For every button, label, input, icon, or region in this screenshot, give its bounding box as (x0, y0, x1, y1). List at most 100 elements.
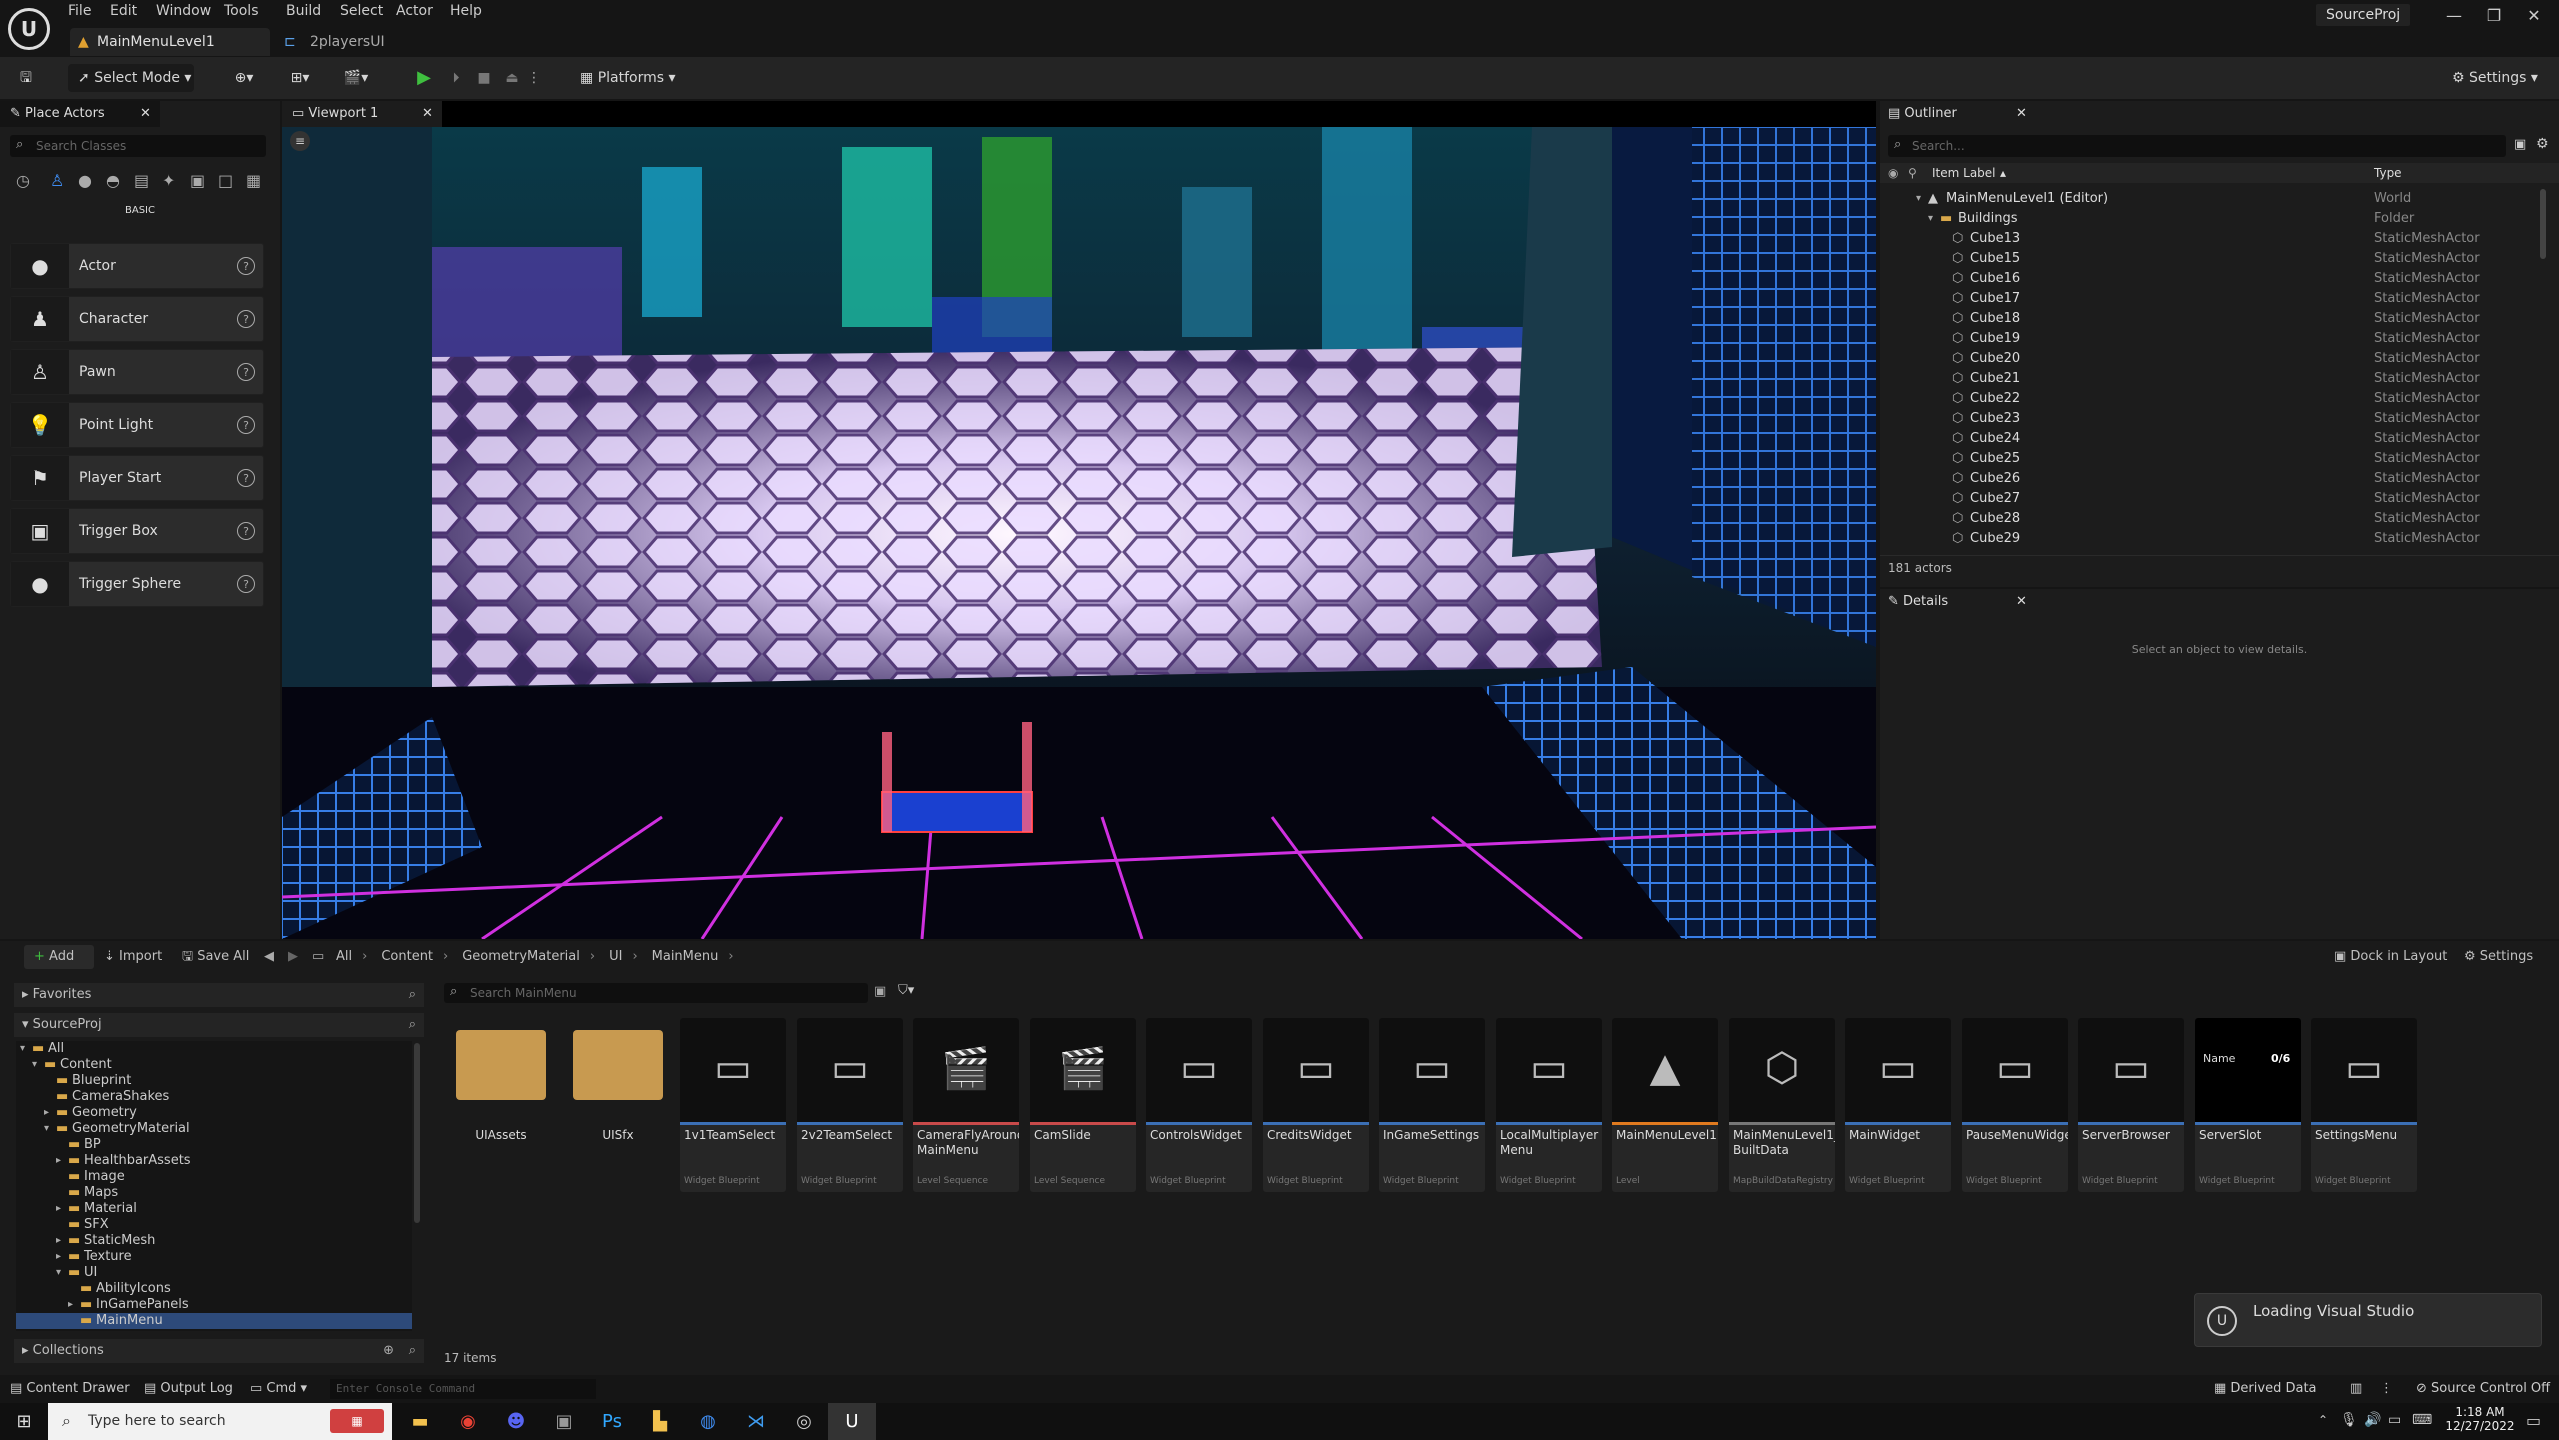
basic-icon[interactable]: ♙ (50, 171, 64, 190)
source-control-button[interactable]: ⊘ Source Control Off (2416, 1381, 2550, 1396)
breadcrumb-item[interactable]: MainMenu (652, 949, 719, 964)
close-icon[interactable]: ✕ (2520, 6, 2548, 25)
tree-arrow-icon[interactable]: ▸ (56, 1233, 61, 1249)
tree-item[interactable]: ▬ CameraShakes (16, 1089, 412, 1105)
asset-card[interactable]: ▭ PauseMenuWidget Widget Blueprint (1962, 1018, 2068, 1192)
help-icon[interactable]: ? (237, 469, 255, 487)
search-icon[interactable]: ⌕ (409, 983, 416, 1007)
close-tab-icon[interactable]: ✕ (422, 101, 433, 127)
outliner-row[interactable]: ⬡ Cube21 StaticMeshActor (1880, 369, 2548, 389)
type-header[interactable]: Type (2374, 163, 2402, 183)
cinematic-icon[interactable]: ▤ (134, 171, 149, 190)
folder-card[interactable]: UISfx (565, 1018, 671, 1192)
visual-studio-code-icon[interactable]: ⋊ (732, 1403, 780, 1440)
platforms-button[interactable]: ▦ Platforms ▾ (580, 64, 690, 92)
visual-effects-icon[interactable]: ✦ (162, 171, 175, 190)
tree-arrow-icon[interactable]: ▸ (68, 1297, 73, 1313)
outliner-row[interactable]: ⬡ Cube26 StaticMeshActor (1880, 469, 2548, 489)
outliner-row[interactable]: ⬡ Cube23 StaticMeshActor (1880, 409, 2548, 429)
actor-item-point-light[interactable]: 💡 Point Light? (10, 402, 264, 448)
minimize-icon[interactable]: — (2440, 6, 2468, 25)
save-all-button[interactable]: 🖫 Save All (182, 945, 249, 969)
outliner-row[interactable]: ▾ ▬ Buildings Folder (1880, 209, 2548, 229)
unreal-editor-icon[interactable]: U (828, 1403, 876, 1440)
output-log-button[interactable]: ▤ Output Log (144, 1381, 233, 1396)
save-icon[interactable]: 🖫 (14, 64, 38, 92)
help-icon[interactable]: ? (237, 363, 255, 381)
tree-item[interactable]: ▸ ▬ Material (16, 1201, 412, 1217)
all-classes-icon[interactable]: ▦ (246, 171, 261, 190)
menu-item-window[interactable]: Window (156, 0, 211, 22)
step-icon[interactable]: ⏵ (444, 64, 468, 92)
help-icon[interactable]: ? (237, 575, 255, 593)
app-chart-icon[interactable]: ▙ (636, 1403, 684, 1440)
tree-arrow-icon[interactable]: ▸ (44, 1105, 49, 1121)
tree-arrow-icon[interactable]: ▾ (56, 1265, 61, 1281)
outliner-row[interactable]: ⬡ Cube24 StaticMeshActor (1880, 429, 2548, 449)
actor-item-character[interactable]: ♟ Character? (10, 296, 264, 342)
steam-icon[interactable]: ◎ (780, 1403, 828, 1440)
tab-level[interactable]: ▲ MainMenuLevel1 (70, 28, 270, 56)
outliner-search-input[interactable]: Search... (1888, 135, 2506, 157)
stop-icon[interactable]: ■ (472, 64, 496, 92)
save-search-icon[interactable]: ▣ (874, 984, 886, 999)
photoshop-icon[interactable]: Ps (588, 1403, 636, 1440)
menu-item-select[interactable]: Select (340, 0, 383, 22)
chrome-icon[interactable]: ◉ (444, 1403, 492, 1440)
tree-item[interactable]: ▸ ▬ InGamePanels (16, 1297, 412, 1313)
tree-scrollbar[interactable] (414, 1043, 420, 1223)
windows-start-icon[interactable]: ⊞ (0, 1403, 48, 1440)
restore-icon[interactable]: ❐ (2480, 6, 2508, 25)
tree-item[interactable]: ▾ ▬ UI (16, 1265, 412, 1281)
tray-arrow-icon[interactable]: ⌃ (2318, 1413, 2328, 1427)
asset-card[interactable]: ▭ CreditsWidget Widget Blueprint (1263, 1018, 1369, 1192)
settings-button[interactable]: ⚙ Settings ▾ (2452, 64, 2552, 92)
outliner-row[interactable]: ⬡ Cube20 StaticMeshActor (1880, 349, 2548, 369)
actor-item-actor[interactable]: ● Actor? (10, 243, 264, 289)
search-icon[interactable]: ⌕ (409, 1339, 416, 1363)
tree-arrow-icon[interactable]: ▾ (20, 1041, 25, 1057)
favorites-header[interactable]: ▸ Favorites ⌕ (14, 983, 424, 1007)
microphone-icon[interactable]: 🎙 (2340, 1412, 2358, 1428)
tree-item[interactable]: ▬ Image (16, 1169, 412, 1185)
blueprints-icon[interactable]: ⊞▾ (282, 64, 318, 92)
forward-icon[interactable]: ▶ (288, 949, 298, 964)
tree-item[interactable]: ▬ BP (16, 1137, 412, 1153)
dock-in-layout-button[interactable]: ▣ Dock in Layout (2334, 945, 2447, 969)
add-button[interactable]: + Add (24, 945, 94, 969)
discord-icon[interactable]: ☻ (492, 1403, 540, 1440)
actor-item-trigger-sphere[interactable]: ● Trigger Sphere? (10, 561, 264, 607)
tree-item[interactable]: ▸ ▬ Geometry (16, 1105, 412, 1121)
notifications-icon[interactable]: ▭ (2526, 1411, 2541, 1430)
asset-card[interactable]: ▭ SettingsMenu Widget Blueprint (2311, 1018, 2417, 1192)
help-icon[interactable]: ? (237, 310, 255, 328)
tree-arrow-icon[interactable]: ▾ (32, 1057, 37, 1073)
select-mode-button[interactable]: ➚ Select Mode ▾ (68, 64, 194, 92)
tree-item[interactable]: ▸ ▬ StaticMesh (16, 1233, 412, 1249)
asset-card[interactable]: 🎬 CameraFlyAround MainMenu Level Sequence (913, 1018, 1019, 1192)
tree-item[interactable]: ▬ Blueprint (16, 1073, 412, 1089)
shapes-icon[interactable]: ◓ (106, 171, 120, 190)
place-actors-tab[interactable]: ✎ Place Actors ✕ (0, 101, 160, 127)
outliner-row[interactable]: ⬡ Cube18 StaticMeshActor (1880, 309, 2548, 329)
project-header[interactable]: ▾ SourceProj ⌕ (14, 1013, 424, 1037)
app-icon[interactable]: ▣ (540, 1403, 588, 1440)
close-tab-icon[interactable]: ✕ (2016, 589, 2027, 615)
actor-item-trigger-box[interactable]: ▣ Trigger Box? (10, 508, 264, 554)
tab-ui[interactable]: ⊏ 2playersUI (276, 28, 416, 56)
gear-icon[interactable]: ⚙ (2536, 136, 2549, 152)
tree-arrow-icon[interactable]: ▸ (56, 1153, 61, 1169)
back-icon[interactable]: ◀ (264, 949, 274, 964)
asset-card[interactable]: ▲ MainMenuLevel1 Level (1612, 1018, 1718, 1192)
actor-item-pawn[interactable]: ♙ Pawn? (10, 349, 264, 395)
tree-item[interactable]: ▾ ▬ All (16, 1041, 412, 1057)
tree-item[interactable]: ▸ ▬ Texture (16, 1249, 412, 1265)
asset-card[interactable]: ▭ 1v1TeamSelect Widget Blueprint (680, 1018, 786, 1192)
folder-card[interactable]: UIAssets (448, 1018, 554, 1192)
tree-item[interactable]: ▾ ▬ GeometryMaterial (16, 1121, 412, 1137)
import-button[interactable]: ⇣ Import (104, 945, 162, 969)
actor-item-player-start[interactable]: ⚑ Player Start? (10, 455, 264, 501)
breadcrumb-item[interactable]: Content (381, 949, 433, 964)
file-explorer-icon[interactable]: ▬ (396, 1403, 444, 1440)
menu-item-tools[interactable]: Tools (224, 0, 259, 22)
